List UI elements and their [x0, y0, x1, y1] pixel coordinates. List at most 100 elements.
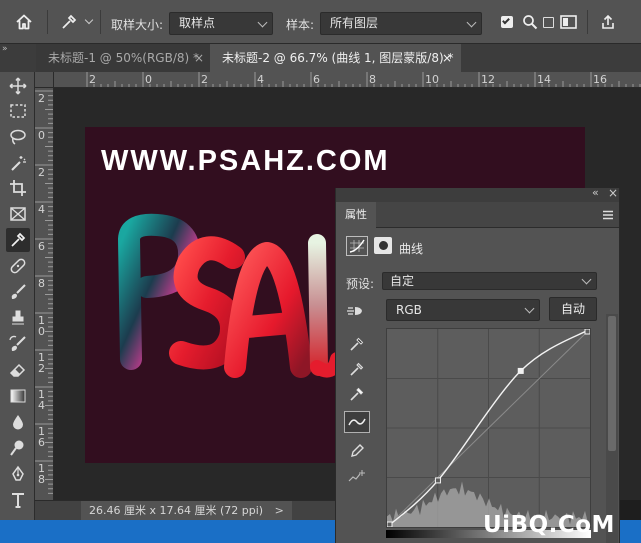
chevron-down-icon — [466, 17, 477, 28]
share-button[interactable] — [599, 10, 617, 34]
chevron-right-icon[interactable]: > — [275, 504, 284, 517]
preset-label: 预设: — [346, 277, 375, 291]
ruler-label: 0 — [145, 73, 152, 86]
tab-document-2[interactable]: 未标题-2 @ 66.7% (曲线 1, 图层蒙版/8) * × — [210, 44, 461, 72]
eraser-tool[interactable] — [6, 358, 30, 382]
curve-wave-icon — [348, 418, 366, 426]
vertical-ruler[interactable]: 2024681012141618 — [35, 88, 54, 500]
marquee-tool[interactable] — [6, 99, 30, 123]
ruler-label: 8 — [38, 277, 45, 290]
bandage-icon — [10, 258, 26, 274]
gradient-tool[interactable] — [6, 384, 30, 408]
layer-mask-icon[interactable] — [374, 237, 392, 254]
eyedropper-tool[interactable] — [6, 228, 30, 252]
magnifier-icon — [523, 15, 538, 30]
lasso-tool[interactable] — [6, 125, 30, 149]
collapse-panels-icon[interactable]: » — [2, 44, 8, 54]
history-brush-icon — [9, 335, 26, 351]
tab-properties[interactable]: 属性 — [336, 202, 376, 228]
pencil-icon — [351, 444, 364, 457]
ring-display-button[interactable] — [558, 10, 578, 34]
chevron-down-icon — [84, 15, 94, 25]
sample-size-select[interactable]: 取样点 — [169, 12, 273, 35]
set-black-point-eyedropper[interactable] — [346, 333, 368, 355]
letter-h — [308, 234, 328, 376]
ruler-label: 2 — [38, 362, 45, 375]
scrollbar-thumb[interactable] — [608, 316, 616, 451]
magic-wand-tool[interactable] — [6, 151, 30, 175]
healing-brush-tool[interactable] — [6, 254, 30, 278]
set-white-point-eyedropper[interactable] — [346, 383, 368, 405]
panel-menu-button[interactable] — [602, 209, 614, 221]
curve-control-point[interactable] — [434, 477, 441, 484]
close-icon[interactable]: × — [608, 186, 618, 200]
eraser-icon — [9, 363, 26, 377]
dodge-tool[interactable] — [6, 436, 30, 460]
preset-select[interactable]: 自定 — [382, 272, 597, 290]
lasso-icon — [10, 129, 26, 145]
tools-panel — [0, 72, 35, 520]
brush-icon — [11, 284, 26, 299]
frame-tool[interactable] — [6, 202, 30, 226]
show-sampling-ring-checkbox[interactable] — [499, 10, 515, 34]
eyedropper-white-icon — [350, 387, 364, 401]
move-icon — [9, 77, 27, 95]
document-tab-bar: » 未标题-1 @ 50%(RGB/8) * × 未标题-2 @ 66.7% (… — [0, 44, 641, 72]
ruler-label: 6 — [38, 436, 45, 449]
tool-preset-picker[interactable] — [56, 10, 96, 34]
pen-tool[interactable] — [6, 462, 30, 486]
chevron-down-icon[interactable] — [524, 303, 535, 314]
frame-icon — [10, 207, 26, 221]
adjustment-title: 曲线 — [399, 242, 424, 256]
brush-tool[interactable] — [6, 280, 30, 304]
letter-s — [169, 236, 245, 370]
tab-document-1[interactable]: 未标题-1 @ 50%(RGB/8) * × — [36, 44, 210, 72]
hand-finger-icon — [347, 307, 362, 315]
set-gray-point-eyedropper[interactable] — [346, 358, 368, 380]
panel-header[interactable]: « × — [336, 186, 619, 202]
horizontal-ruler[interactable]: 202468101214161820222426 — [54, 72, 641, 88]
close-icon[interactable]: × — [194, 44, 204, 72]
checkbox-icon — [542, 16, 554, 28]
ruler-label: 2 — [38, 166, 45, 179]
ruler-label: 2 — [201, 73, 208, 86]
clone-stamp-tool[interactable] — [6, 306, 30, 330]
draw-curve-button[interactable] — [346, 440, 368, 462]
curve-control-point[interactable] — [584, 329, 590, 335]
options-bar: 取样大小: 取样点 样本: 所有图层 — [0, 0, 641, 44]
curves-graph[interactable] — [386, 328, 591, 528]
ruler-label: 14 — [537, 73, 551, 86]
ruler-label: 6 — [38, 240, 45, 253]
crop-tool[interactable] — [6, 176, 30, 200]
ruler-label: 8 — [369, 73, 376, 86]
history-brush-tool[interactable] — [6, 332, 30, 356]
ruler-label: 8 — [38, 473, 45, 486]
share-icon — [602, 14, 614, 29]
sample-select[interactable]: 所有图层 — [320, 12, 482, 35]
blur-tool[interactable] — [6, 410, 30, 434]
chevron-down-icon — [257, 17, 268, 28]
panel-scrollbar[interactable] — [606, 314, 618, 543]
auto-button[interactable]: 自动 — [549, 297, 597, 321]
sampling-ring-icon — [559, 15, 577, 29]
curve-control-point[interactable] — [517, 367, 524, 374]
ring-preview-button[interactable] — [520, 10, 540, 34]
collapse-icon[interactable]: « — [592, 186, 599, 199]
curve-control-point[interactable] — [387, 521, 393, 527]
home-button[interactable] — [9, 10, 39, 34]
chevron-down-icon[interactable] — [581, 274, 592, 285]
smooth-curve-button[interactable] — [346, 466, 368, 488]
close-icon[interactable]: × — [442, 44, 452, 72]
ruler-label: 16 — [593, 73, 607, 86]
move-tool[interactable] — [6, 74, 30, 98]
edit-points-button[interactable] — [344, 411, 370, 433]
on-image-adjust-button[interactable] — [344, 302, 366, 320]
eyedropper-gray-icon — [350, 362, 364, 376]
type-tool[interactable] — [6, 488, 30, 512]
ruler-origin[interactable] — [35, 72, 54, 88]
crop-icon — [10, 180, 26, 196]
magic-wand-icon — [11, 156, 26, 171]
ring-checkbox[interactable] — [542, 10, 554, 34]
menu-icon — [603, 210, 613, 220]
channel-select[interactable]: RGB — [386, 299, 540, 321]
